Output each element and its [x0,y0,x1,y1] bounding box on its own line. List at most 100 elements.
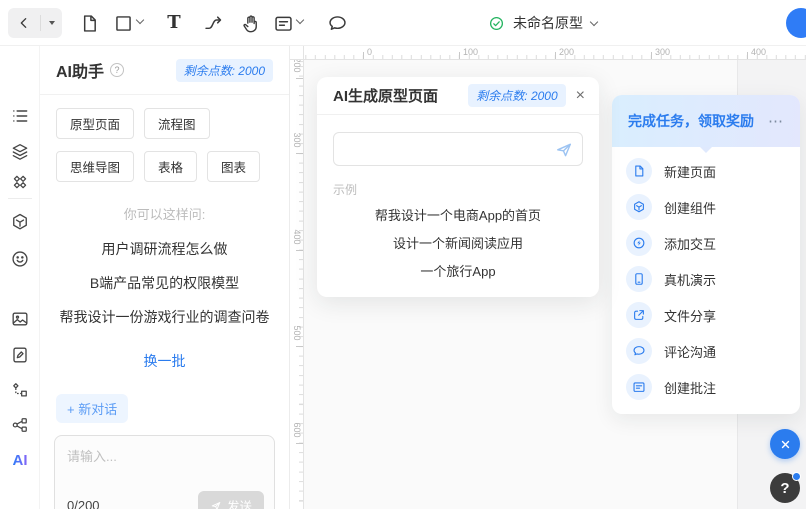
suggestion-item[interactable]: B端产品常见的权限模型 [40,273,289,293]
connector-icon[interactable] [201,11,225,35]
back-button-group[interactable] [8,8,62,38]
send-plane-icon[interactable] [554,140,574,160]
document-title: 未命名原型 [513,13,583,33]
task-label: 真机演示 [664,270,716,289]
task-item-device-preview[interactable]: 真机演示 [612,261,800,297]
integrations-icon[interactable] [9,414,31,436]
ruler-label: 400 [292,229,302,244]
ruler-label: 500 [292,325,302,340]
list-icon[interactable] [9,105,31,127]
example-item[interactable]: 设计一个新闻阅读应用 [317,235,599,252]
new-page-icon[interactable] [77,11,101,35]
ruler-label: 0 [367,47,372,57]
ruler-label: 100 [463,47,478,57]
frame-icon[interactable] [111,11,135,35]
tag-flowchart[interactable]: 流程图 [144,108,210,139]
comment-icon [626,338,652,364]
ruler-label: 200 [292,60,302,73]
examples-list: 帮我设计一个电商App的首页 设计一个新闻阅读应用 一个旅行App [317,207,599,280]
chat-bubble-icon[interactable] [325,11,349,35]
avatar[interactable] [786,8,806,38]
help-icon[interactable]: ? [110,63,124,77]
layers-icon[interactable] [9,141,31,163]
ai-icon[interactable]: AI [9,449,31,471]
example-item[interactable]: 帮我设计一个电商App的首页 [317,207,599,224]
prompt-input-wrap [333,132,583,166]
tag-chart[interactable]: 图表 [207,151,260,182]
chat-input-card: 0/200 发送 [54,435,275,509]
task-label: 新建页面 [664,162,716,181]
close-float-button[interactable] [770,429,800,459]
close-icon[interactable]: × [576,88,585,104]
close-icon [779,438,792,451]
tag-table[interactable]: 表格 [144,151,197,182]
ai-panel-title: AI助手 [56,58,104,82]
interaction-icon [626,230,652,256]
ai-panel-header: AI助手 ? 剩余点数: 2000 [40,46,289,95]
task-item-comment[interactable]: 评论沟通 [612,333,800,369]
task-item-create-component[interactable]: 创建组件 [612,189,800,225]
chevron-down-icon[interactable] [296,16,304,24]
more-icon[interactable]: ⋯ [768,114,784,129]
ruler-tick [459,52,460,59]
examples-label: 示例 [333,181,599,198]
example-item[interactable]: 一个旅行App [317,263,599,280]
ruler-tick [363,52,364,59]
divider [8,198,32,199]
ruler-tick [651,52,652,59]
annotation-icon [626,374,652,400]
ruler-tick [296,443,303,444]
send-label: 发送 [227,496,252,509]
left-icon-sidebar: AI [0,46,40,509]
emoji-icon[interactable] [9,248,31,270]
chat-input[interactable] [55,436,274,488]
back-icon[interactable] [8,8,40,38]
page-icon [626,158,652,184]
help-float-button[interactable]: ? [770,473,800,503]
ruler-tick [296,346,303,347]
caret-down-icon[interactable] [41,8,62,38]
modal-header: AI生成原型页面 剩余点数: 2000 × [317,77,599,115]
ai-generate-modal: AI生成原型页面 剩余点数: 2000 × 示例 帮我设计一个电商App的首页 … [317,77,599,297]
modal-title: AI生成原型页面 [333,85,438,106]
vector-icon[interactable] [9,379,31,401]
chevron-down-icon[interactable] [590,17,598,25]
task-item-annotation[interactable]: 创建批注 [612,369,800,405]
hand-tool-icon[interactable] [239,11,263,35]
task-item-file-share[interactable]: 文件分享 [612,297,800,333]
ruler-label: 600 [292,422,302,437]
components-icon[interactable] [9,171,31,193]
ruler-tick [296,153,303,154]
send-button[interactable]: 发送 [198,491,264,509]
suggestion-list: 用户调研流程怎么做 B端产品常见的权限模型 帮我设计一份游戏行业的调查问卷 [40,239,289,341]
task-item-add-interaction[interactable]: 添加交互 [612,225,800,261]
text-tool-icon[interactable]: T [162,11,186,35]
help-glyph: ? [780,480,789,497]
refresh-suggestions-link[interactable]: 换一批 [40,351,289,371]
task-list: 新建页面 创建组件 添加交互 真机演示 文件分享 [612,147,800,413]
design-file-icon[interactable] [9,344,31,366]
prompt-input[interactable] [334,133,582,165]
tag-prototype-page[interactable]: 原型页面 [56,108,134,139]
ruler-label: 400 [751,47,766,57]
component-icon [626,194,652,220]
ruler-tick [555,52,556,59]
ruler-label: 200 [559,47,574,57]
ruler-tick [296,250,303,251]
tag-mindmap[interactable]: 思维导图 [56,151,134,182]
points-badge: 剩余点数: 2000 [468,84,565,107]
ruler-label: 300 [655,47,670,57]
new-chat-button[interactable]: + 新对话 [56,394,128,423]
chat-input-footer: 0/200 发送 [67,491,264,509]
note-icon[interactable] [271,11,295,35]
image-icon[interactable] [9,308,31,330]
task-reward-panel: 完成任务，领取奖励 ⋯ 新建页面 创建组件 添加交互 真机演示 [612,95,800,414]
suggestion-item[interactable]: 用户调研流程怎么做 [40,239,289,259]
material-icon[interactable] [9,211,31,233]
chevron-down-icon[interactable] [136,16,144,24]
notification-dot [792,472,801,481]
ai-assistant-panel: AI助手 ? 剩余点数: 2000 原型页面 流程图 思维导图 表格 图表 你可… [40,46,290,509]
suggestion-item[interactable]: 帮我设计一份游戏行业的调查问卷 [40,307,289,327]
ruler-corner [290,46,304,60]
document-title-group[interactable]: 未命名原型 [488,0,597,46]
